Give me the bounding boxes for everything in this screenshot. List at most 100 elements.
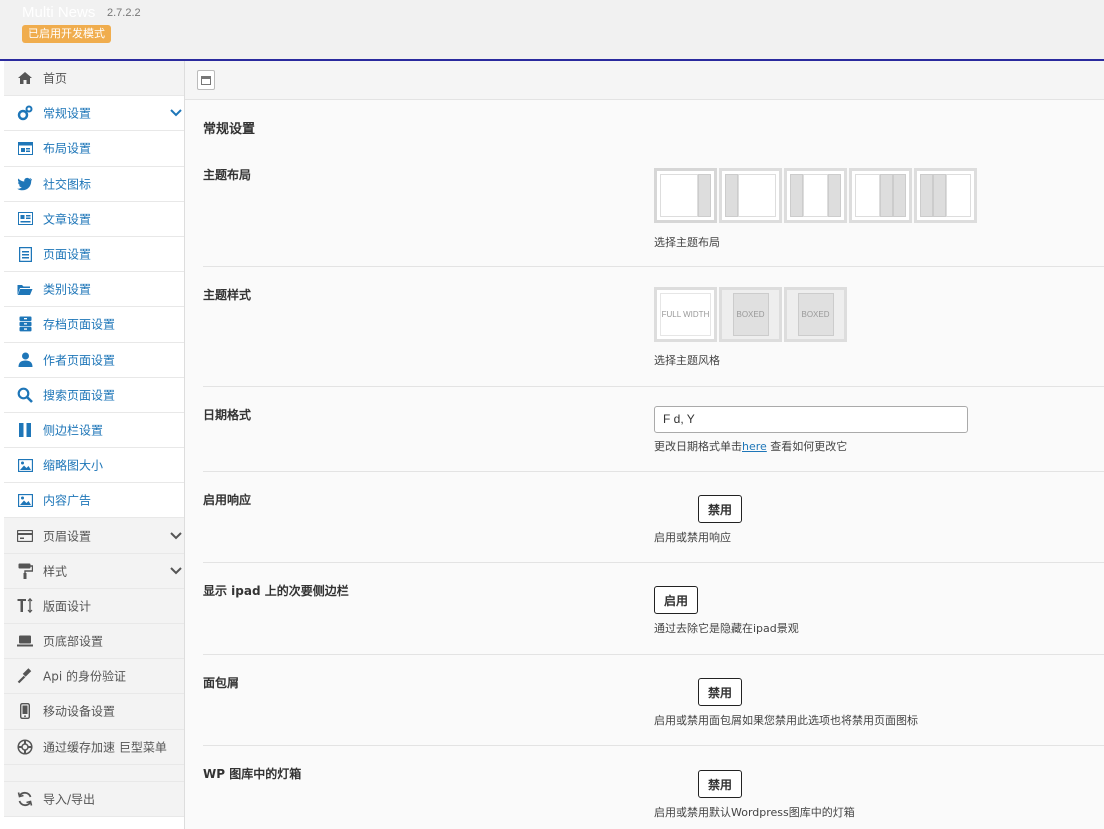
- columns-icon: [17, 422, 33, 438]
- sidebar-item-label: 样式: [43, 564, 68, 579]
- section-description: 更改日期格式单击here 查看如何更改它: [654, 438, 847, 454]
- sidebar-item-search[interactable]: 搜索页面设置: [4, 377, 184, 413]
- layout-option-left-sidebar[interactable]: [719, 168, 782, 223]
- layout-sidebar-block: [698, 174, 711, 217]
- chevron-down-icon: [170, 106, 182, 120]
- toggle-off-half[interactable]: 禁用: [698, 678, 742, 706]
- lightbox-toggle[interactable]: 禁用: [654, 770, 742, 798]
- style-options: FULL WIDTH BOXED BOXED: [654, 287, 849, 342]
- layout-content-block: [803, 174, 828, 217]
- section-description: 通过去除它是隐藏在ipad景观: [654, 622, 799, 635]
- section-title: 主题布局: [203, 168, 252, 182]
- sidebar-item-thumbnails[interactable]: 缩略图大小: [4, 448, 184, 484]
- sidebar-item-header[interactable]: 页眉设置: [4, 518, 184, 554]
- sidebar-item-label: 类别设置: [43, 282, 92, 297]
- toggle-off-half[interactable]: 禁用: [698, 770, 742, 798]
- article-icon: [17, 211, 33, 227]
- sidebar-item-sidebar[interactable]: 侧边栏设置: [4, 412, 184, 449]
- layout-option-right-sidebar[interactable]: [654, 168, 717, 223]
- ipad-sidebar-toggle[interactable]: 启用: [654, 586, 742, 614]
- layout-option-two-right-sidebars[interactable]: [849, 168, 912, 223]
- sidebar-item-footer[interactable]: 页底部设置: [4, 624, 184, 660]
- sidebar-item-label: 布局设置: [43, 141, 92, 156]
- section-description: 选择主题布局: [654, 236, 720, 249]
- chevron-down-icon: [170, 564, 182, 578]
- layout-section: 主题布局 选择主题布局: [203, 166, 1104, 267]
- section-title: 显示 ipad 上的次要侧边栏: [203, 584, 349, 598]
- image-icon: [17, 457, 33, 473]
- sidebar-item-import-export[interactable]: 导入/导出: [4, 781, 184, 817]
- text-height-icon: [17, 598, 33, 614]
- sidebar-item-home[interactable]: 首页: [4, 61, 184, 97]
- toggle-on-half[interactable]: [654, 770, 698, 798]
- sidebar-item-typography[interactable]: 版面设计: [4, 588, 184, 624]
- toggle-off-half[interactable]: [698, 586, 742, 614]
- breadcrumb-toggle[interactable]: 禁用: [654, 678, 742, 706]
- sidebar-item-label: 缩略图大小: [43, 458, 104, 473]
- style-option-full-width[interactable]: FULL WIDTH: [654, 287, 717, 342]
- layout-sidebar-block: [880, 174, 893, 217]
- sidebar-item-ads[interactable]: 内容广告: [4, 483, 184, 519]
- header: Multi News 2.7.2.2 已启用开发模式: [0, 0, 1104, 61]
- sidebar-item-pages[interactable]: 页面设置: [4, 236, 184, 273]
- toggle-on-half[interactable]: [654, 495, 698, 523]
- sidebar-item-social[interactable]: 社交图标: [4, 166, 184, 202]
- sidebar-item-label: 页底部设置: [43, 634, 104, 649]
- sidebar-item-archive[interactable]: 存档页面设置: [4, 307, 184, 343]
- sidebar-item-articles[interactable]: 文章设置: [4, 201, 184, 237]
- date-format-input[interactable]: F d, Y: [654, 406, 968, 433]
- section-description: 启用或禁用面包屑如果您禁用此选项也将禁用页面图标: [654, 714, 918, 727]
- sidebar-item-mega-menu-cache[interactable]: 通过缓存加速 巨型菜单: [4, 729, 184, 765]
- section-title: 主题样式: [203, 288, 252, 302]
- sidebar-item-layout[interactable]: 布局设置: [4, 131, 184, 167]
- section-title: 日期格式: [203, 408, 252, 422]
- sidebar-item-label: 文章设置: [43, 212, 92, 227]
- toggle-on-half[interactable]: [654, 678, 698, 706]
- responsive-section: 启用响应 禁用 启用或禁用响应: [203, 491, 1104, 563]
- twitter-icon: [17, 176, 33, 192]
- style-option-boxed[interactable]: BOXED: [719, 287, 782, 342]
- toggle-off-half[interactable]: 禁用: [698, 495, 742, 523]
- toggle-panel-button[interactable]: [197, 70, 215, 90]
- sidebar-item-general[interactable]: 常规设置: [4, 96, 184, 132]
- style-option-label: FULL WIDTH: [660, 293, 711, 336]
- dev-mode-badge: 已启用开发模式: [22, 25, 111, 43]
- archive-icon: [17, 316, 33, 332]
- section-description: 启用或禁用默认Wordpress图库中的灯箱: [654, 806, 855, 819]
- help-link[interactable]: here: [742, 440, 767, 453]
- sidebar-item-label: 内容广告: [43, 493, 92, 508]
- toggle-on-half[interactable]: 启用: [654, 586, 698, 614]
- sidebar-item-label: 存档页面设置: [43, 317, 116, 332]
- sidebar-item-styles[interactable]: 样式: [4, 553, 184, 589]
- paint-roller-icon: [17, 563, 33, 579]
- style-option-boxed-alt[interactable]: BOXED: [784, 287, 847, 342]
- layout-options: [654, 168, 979, 223]
- layout-content-block: [946, 174, 971, 217]
- layout-icon: [17, 140, 33, 156]
- layout-content-block: [738, 174, 776, 217]
- lightbox-section: WP 图库中的灯箱 禁用 启用或禁用默认Wordpress图库中的灯箱: [203, 765, 1104, 829]
- chevron-down-icon: [170, 529, 182, 543]
- search-icon: [17, 387, 33, 403]
- sidebar-item-label: 首页: [43, 71, 68, 86]
- layout-content-block: [660, 174, 698, 217]
- layout-option-both-sidebars[interactable]: [784, 168, 847, 223]
- sidebar-item-mobile[interactable]: 移动设备设置: [4, 694, 184, 730]
- sidebar-item-author[interactable]: 作者页面设置: [4, 342, 184, 378]
- layout-content-block: [855, 174, 880, 217]
- sidebar-item-categories[interactable]: 类别设置: [4, 272, 184, 308]
- laptop-icon: [17, 633, 33, 649]
- layout-option-two-left-sidebars[interactable]: [914, 168, 977, 223]
- ipad-sidebar-section: 显示 ipad 上的次要侧边栏 启用 通过去除它是隐藏在ipad景观: [203, 582, 1104, 655]
- responsive-toggle[interactable]: 禁用: [654, 495, 742, 523]
- sidebar-item-label: 作者页面设置: [43, 353, 116, 368]
- card-icon: [17, 528, 33, 544]
- sidebar-item-label: 页面设置: [43, 247, 92, 262]
- sidebar-item-api-auth[interactable]: Api 的身份验证: [4, 659, 184, 695]
- app: Multi News 2.7.2.2 已启用开发模式 首页 常规设置 布局设置: [0, 0, 1104, 829]
- page-icon: [17, 246, 33, 262]
- section-description: 选择主题风格: [654, 354, 720, 367]
- description-text: 更改日期格式单击: [654, 440, 742, 453]
- main-content: 常规设置 主题布局 选择主题布局 主题样式 FULL WIDTH BOXED B…: [185, 100, 1104, 829]
- lifebuoy-icon: [17, 739, 33, 755]
